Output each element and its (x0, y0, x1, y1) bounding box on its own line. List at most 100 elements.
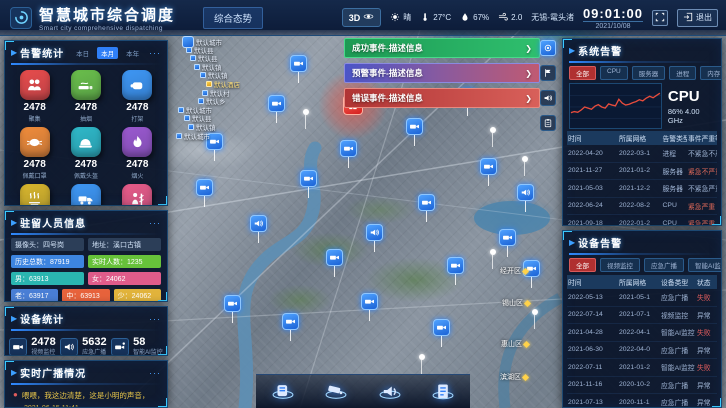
event-banner-error[interactable]: 错误事件-描述信息 ❯ (344, 88, 540, 108)
map-marker-camera[interactable] (447, 257, 464, 274)
alarm-stat-item[interactable]: 2478 火灾 (9, 184, 60, 206)
map-marker-camera[interactable] (433, 319, 450, 336)
table-row[interactable]: 2022-07-142021-07-1视频监控异常 (567, 306, 717, 324)
diamond-icon (522, 267, 529, 274)
system-alarm-tab-2[interactable]: 服务器 (632, 66, 666, 80)
poi-dot[interactable] (490, 249, 496, 255)
fullscreen-button[interactable] (652, 10, 668, 26)
map-marker-camera[interactable] (300, 170, 317, 187)
side-strip-flag-icon[interactable] (540, 65, 556, 81)
side-strip-clipboard-icon[interactable] (540, 115, 556, 131)
map-marker-camera[interactable] (499, 229, 516, 246)
table-row[interactable]: 2021-11-272021-01-2服务器紧急不严重 (567, 162, 717, 180)
map-marker-camera[interactable] (224, 295, 241, 312)
poi-square-icon (200, 72, 206, 78)
map-marker-camera[interactable] (340, 140, 357, 157)
table-cell: 智能AI监控 (660, 359, 696, 377)
table-row[interactable]: 2022-07-112021-01-2智能AI监控失败 (567, 359, 717, 377)
map-marker-camera[interactable] (196, 179, 213, 196)
poi-square-icon (194, 64, 200, 70)
alarm-stat-item[interactable]: 2478 烟火 (112, 127, 163, 180)
table-header: 所属网格 (618, 275, 660, 289)
table-row[interactable]: 2021-05-032021-12-2服务器不紧急严重 (567, 180, 717, 198)
alarm-tab-2[interactable]: 本年 (122, 47, 143, 59)
map-marker-camera[interactable] (268, 95, 285, 112)
device-stat-label: 视频监控 (31, 347, 55, 356)
more-button[interactable]: ··· (149, 218, 161, 228)
table-row[interactable]: 2021-06-302022-04-0应急广播异常 (567, 341, 717, 359)
youth-count-pill: 少：24062 (114, 289, 161, 302)
poi-dot[interactable] (303, 109, 309, 115)
table-header: 所属网格 (618, 131, 662, 145)
poi-dot[interactable] (490, 127, 496, 133)
more-button[interactable]: ··· (149, 368, 161, 378)
table-row[interactable]: 2022-06-242022-08-2CPU紧急严重 (567, 197, 717, 215)
alarm-stat-label: 聚集 (29, 114, 41, 123)
device-alarm-tab-1[interactable]: 视频监控 (600, 258, 640, 272)
table-row[interactable]: 2021-11-162020-10-2应急广播异常 (567, 376, 717, 394)
alarm-stat-item[interactable]: 2478 聚集 (9, 70, 60, 123)
alarm-stat-label: 打架 (131, 114, 143, 123)
alarm-tab-0[interactable]: 本日 (72, 47, 93, 59)
device-alarm-tab-2[interactable]: 应急广播 (644, 258, 684, 272)
map-marker-camera[interactable] (282, 313, 299, 330)
fist-icon (122, 70, 152, 100)
map-marker-camera[interactable] (361, 293, 378, 310)
alarm-stat-item[interactable]: 2478 抽烟 (60, 70, 111, 123)
side-strip-speaker-icon[interactable] (540, 90, 556, 106)
map-marker-camera[interactable] (480, 158, 497, 175)
table-header: 告警类型 (662, 131, 688, 145)
system-alarm-tab-3[interactable]: 进程 (669, 66, 696, 80)
alarm-stat-item[interactable]: 2478 打架 (112, 70, 163, 123)
poi-dot[interactable] (419, 354, 425, 360)
alarm-stat-item[interactable]: 2478 佩戴口罩 (9, 127, 60, 180)
table-cell: 紧急严重 (687, 197, 717, 215)
truck-icon (71, 184, 101, 206)
map-marker-camera[interactable] (406, 118, 423, 135)
poi-dot[interactable] (532, 309, 538, 315)
toolbar-server-button[interactable] (429, 379, 457, 405)
map-marker-speaker[interactable] (517, 184, 534, 201)
poi-stalk (492, 255, 493, 269)
map-marker-camera[interactable] (326, 249, 343, 266)
alarm-stat-item[interactable]: 2478 佩戴头盔 (60, 127, 111, 180)
poi-square-icon (206, 81, 212, 87)
more-button[interactable]: ··· (149, 48, 161, 58)
exit-label: 退出 (696, 12, 712, 23)
table-row[interactable]: 2021-09-182022-01-2CPU紧急严重 (567, 215, 717, 227)
event-banner-success[interactable]: 成功事件-描述信息 ❯ (344, 38, 540, 58)
table-row[interactable]: 2022-04-202022-03-1进程不紧急不严重 (567, 145, 717, 162)
event-banner-warning[interactable]: 预警事件-描述信息 ❯ (344, 63, 540, 83)
middleage-count-pill: 中：63913 (62, 289, 109, 302)
toolbar-speakerbox-button[interactable] (376, 379, 404, 405)
table-cell: 2021-11-16 (567, 376, 618, 394)
map-marker-camera[interactable] (290, 55, 307, 72)
more-button[interactable]: ··· (149, 314, 161, 324)
tab-overview[interactable]: 综合态势 (203, 7, 263, 29)
view-3d-toggle[interactable]: 3D (342, 8, 382, 27)
map-poi-label[interactable]: 默认城市 (176, 131, 210, 141)
system-alarm-tab-4[interactable]: 内存 (700, 66, 722, 80)
poi-square-icon (190, 55, 196, 61)
device-alarm-tab-0[interactable]: 全部 (569, 258, 596, 272)
poi-square-icon (198, 98, 204, 104)
side-strip-monitor-icon[interactable] (540, 40, 556, 56)
device-alarm-tab-3[interactable]: 智能AI监控 (688, 258, 722, 272)
system-alarm-tab-1[interactable]: CPU (600, 66, 628, 80)
toolbar-cctv-button[interactable] (322, 379, 350, 405)
alarm-stat-item[interactable]: 2478 人员越界告警 (112, 184, 163, 206)
map-marker-speaker[interactable] (366, 224, 383, 241)
table-row[interactable]: 2021-04-282022-04-1智能AI监控失败 (567, 324, 717, 342)
poi-dot[interactable] (522, 156, 528, 162)
map-marker-camera[interactable] (418, 194, 435, 211)
table-row[interactable]: 2022-05-132021-05-1应急广播失败 (567, 289, 717, 306)
alarm-tab-1[interactable]: 本月 (97, 47, 118, 59)
exit-button[interactable]: 退出 (677, 9, 718, 27)
alarm-stat-item[interactable]: 2478 渣土车预警 (60, 184, 111, 206)
district-name: 锡山区 (502, 298, 523, 308)
toolbar-radar-button[interactable] (269, 379, 297, 405)
table-row[interactable]: 2021-07-132020-11-1应急广播异常 (567, 394, 717, 408)
marker-stalk (334, 266, 335, 277)
system-alarm-tab-0[interactable]: 全部 (569, 66, 596, 80)
map-marker-speaker[interactable] (250, 215, 267, 232)
